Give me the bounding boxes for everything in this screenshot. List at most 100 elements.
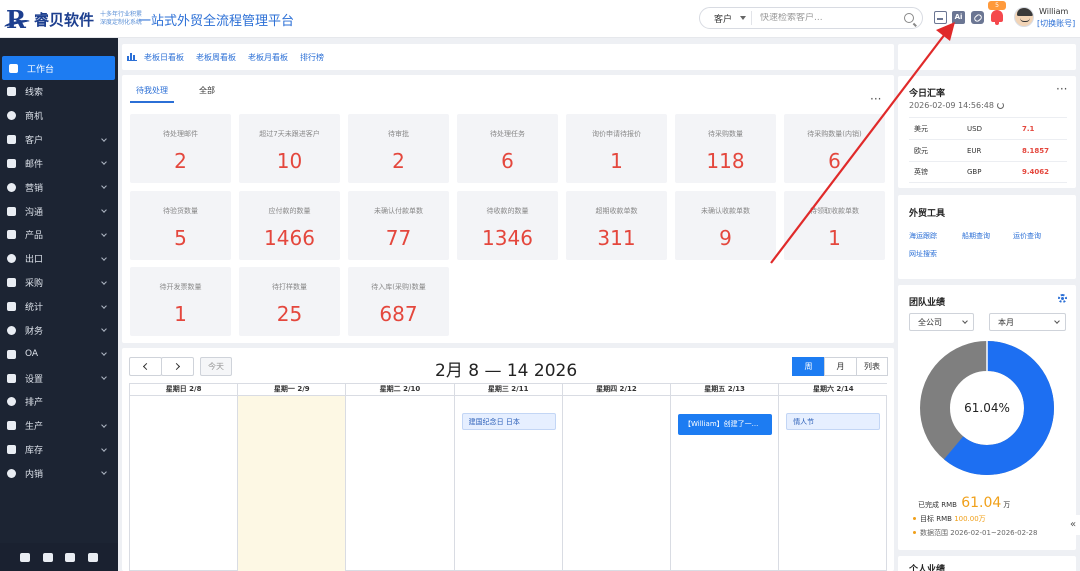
stat-card[interactable]: 应付款的数量 1466 xyxy=(239,190,340,260)
gear-icon[interactable] xyxy=(1058,294,1067,303)
scope-select[interactable]: 全公司 xyxy=(909,313,974,331)
sidebar-item[interactable]: 库存 xyxy=(0,438,118,462)
sidebar-item[interactable]: 出口 xyxy=(0,247,118,271)
sidebar-item[interactable]: 邮件 xyxy=(0,151,118,175)
stat-card[interactable]: 询价申请待报价 1 xyxy=(566,114,667,183)
calendar-day-column[interactable]: 星期五 2/13 xyxy=(671,384,780,571)
sidebar-item[interactable]: 采购 xyxy=(0,271,118,295)
stat-value: 10 xyxy=(276,149,303,173)
sidebar-item-label: OA xyxy=(25,349,39,360)
opportunity-icon xyxy=(7,111,16,121)
stat-card[interactable]: 超过7天未跟进客户 10 xyxy=(239,114,340,183)
chevron-down-icon xyxy=(101,159,107,166)
add-contact-icon[interactable] xyxy=(42,552,53,562)
stat-card[interactable]: 待开发票数量 1 xyxy=(130,267,231,336)
today-button[interactable]: 今天 xyxy=(200,357,232,376)
link-icon[interactable] xyxy=(971,11,984,24)
inbox-icon[interactable] xyxy=(65,552,76,562)
stat-card[interactable]: 待处理任务 6 xyxy=(457,114,558,183)
rate-name: 欧元 xyxy=(914,146,928,155)
chat-bubble-icon[interactable] xyxy=(20,552,31,562)
dashboard-link[interactable]: 排行榜 xyxy=(300,52,324,63)
sidebar-item[interactable]: 内销 xyxy=(0,461,118,485)
sidebar-item[interactable]: 线索 xyxy=(0,80,118,104)
stat-label: 待入库(采购)数量 xyxy=(371,283,426,291)
ai-assistant-icon[interactable]: Ai xyxy=(952,11,965,24)
sidebar-item[interactable]: OA xyxy=(0,342,118,366)
stat-card[interactable]: 待验货数量 5 xyxy=(130,190,231,260)
website-search-link[interactable]: 网址搜索 xyxy=(909,249,937,259)
rate-row: 美元 USD 7.1 xyxy=(909,117,1067,139)
calendar-day-column[interactable]: 星期四 2/12 xyxy=(562,384,671,571)
calendar-event[interactable]: 建国纪念日 日本 xyxy=(461,413,556,430)
schedule-query-link[interactable]: 船期查询 xyxy=(962,231,990,241)
stat-card[interactable]: 待采购数量(内销) 6 xyxy=(784,114,885,183)
search-icon[interactable] xyxy=(904,13,914,23)
team-performance-title: 团队业绩 xyxy=(909,298,946,308)
app-title: 一站式外贸全流程管理平台 xyxy=(138,14,295,29)
month-view-button[interactable]: 月 xyxy=(824,357,857,376)
switch-account-link[interactable]: [切换账号] xyxy=(1037,18,1075,29)
week-view-button[interactable]: 周 xyxy=(792,357,825,376)
stat-card[interactable]: 待处理邮件 2 xyxy=(130,114,231,183)
stat-card[interactable]: 待审批 2 xyxy=(348,114,449,183)
brand-logo[interactable]: R 睿贝软件 十多年行业积累 深度定制化系统 xyxy=(3,4,142,34)
document-icon[interactable] xyxy=(934,11,947,24)
sidebar-item[interactable]: 设置 xyxy=(0,366,118,390)
stat-card[interactable]: 待采购数量 118 xyxy=(675,114,776,183)
pending-tab[interactable]: 待我处理 xyxy=(130,83,174,103)
pending-tasks-panel: 待我处理 全部 ··· 待处理邮件 2 超过7天未跟进客户 10 待审批 2 待处理任务 6 询价… xyxy=(122,75,894,343)
more-options-icon[interactable]: ··· xyxy=(870,92,881,106)
pending-tab[interactable]: 全部 xyxy=(193,83,221,103)
avatar[interactable] xyxy=(1014,7,1034,27)
stat-card[interactable]: 超期收款单数 311 xyxy=(566,190,667,260)
sidebar-item-label: 生产 xyxy=(25,422,44,433)
sidebar-item[interactable]: 财务 xyxy=(0,318,118,342)
stat-card[interactable]: 待领取收款单数 1 xyxy=(784,190,885,260)
search-input[interactable] xyxy=(760,13,894,23)
calendar-day-column[interactable]: 星期日 2/8 xyxy=(130,384,239,571)
sidebar-item[interactable]: 客户 xyxy=(0,128,118,152)
stat-card[interactable]: 待打样数量 25 xyxy=(239,267,340,336)
stat-label: 待领取收款单数 xyxy=(810,206,859,215)
refresh-icon[interactable] xyxy=(996,102,1004,109)
sea-tracking-link[interactable]: 海运跟踪 xyxy=(909,231,937,241)
collapse-panel-button[interactable]: « xyxy=(1066,515,1080,535)
freight-query-link[interactable]: 运价查询 xyxy=(1013,231,1041,241)
next-week-button[interactable] xyxy=(161,357,194,376)
calendar-event[interactable]: 【William】创建了一... xyxy=(678,414,773,435)
calendar-title: 2月 8 — 14 2026 xyxy=(435,361,578,381)
dashboard-link[interactable]: 老板月看板 xyxy=(248,52,288,63)
prev-week-button[interactable] xyxy=(129,357,162,376)
calendar-day-column[interactable]: 星期二 2/10 xyxy=(346,384,455,571)
search-category-select[interactable]: 客户 xyxy=(700,11,752,25)
sidebar-item[interactable]: 排产 xyxy=(0,390,118,414)
more-options-icon[interactable]: ··· xyxy=(1056,82,1067,96)
stat-label: 待验货数量 xyxy=(163,206,198,215)
dashboard-link[interactable]: 老板周看板 xyxy=(196,52,236,63)
stat-value: 25 xyxy=(276,302,303,326)
calendar-event[interactable]: 情人节 xyxy=(786,413,881,430)
list-view-button[interactable]: 列表 xyxy=(856,357,888,376)
stat-label: 待处理邮件 xyxy=(163,130,198,138)
stat-card[interactable]: 未确认付款单数 77 xyxy=(348,190,449,260)
sidebar-item[interactable]: 工作台 xyxy=(2,56,115,80)
rate-name: 美元 xyxy=(914,124,928,133)
stat-card[interactable]: 未确认收款单数 9 xyxy=(675,190,776,260)
sidebar-item[interactable]: 营销 xyxy=(0,175,118,199)
calendar-day-column[interactable]: 星期一 2/9 xyxy=(238,384,347,571)
calendar-day-header: 星期六 2/14 xyxy=(779,384,888,396)
stat-card[interactable]: 待入库(采购)数量 687 xyxy=(348,267,449,336)
period-select[interactable]: 本月 xyxy=(989,313,1066,331)
dashboard-link[interactable]: 老板日看板 xyxy=(144,52,184,63)
stat-card[interactable]: 待收款的数量 1346 xyxy=(457,190,558,260)
sidebar-item[interactable]: 沟通 xyxy=(0,199,118,223)
rate-code: EUR xyxy=(967,146,982,155)
sidebar-item[interactable]: 产品 xyxy=(0,223,118,247)
sidebar-item[interactable]: 商机 xyxy=(0,104,118,128)
sidebar-item[interactable]: 统计 xyxy=(0,295,118,319)
sidebar-item[interactable]: 生产 xyxy=(0,414,118,438)
team-performance-card: 团队业绩 全公司 本月 61.04% 已完成 RMB 61.04 万 目标 RMB… xyxy=(898,285,1076,550)
send-mail-icon[interactable] xyxy=(87,552,98,562)
bell-icon[interactable] xyxy=(991,10,1003,25)
